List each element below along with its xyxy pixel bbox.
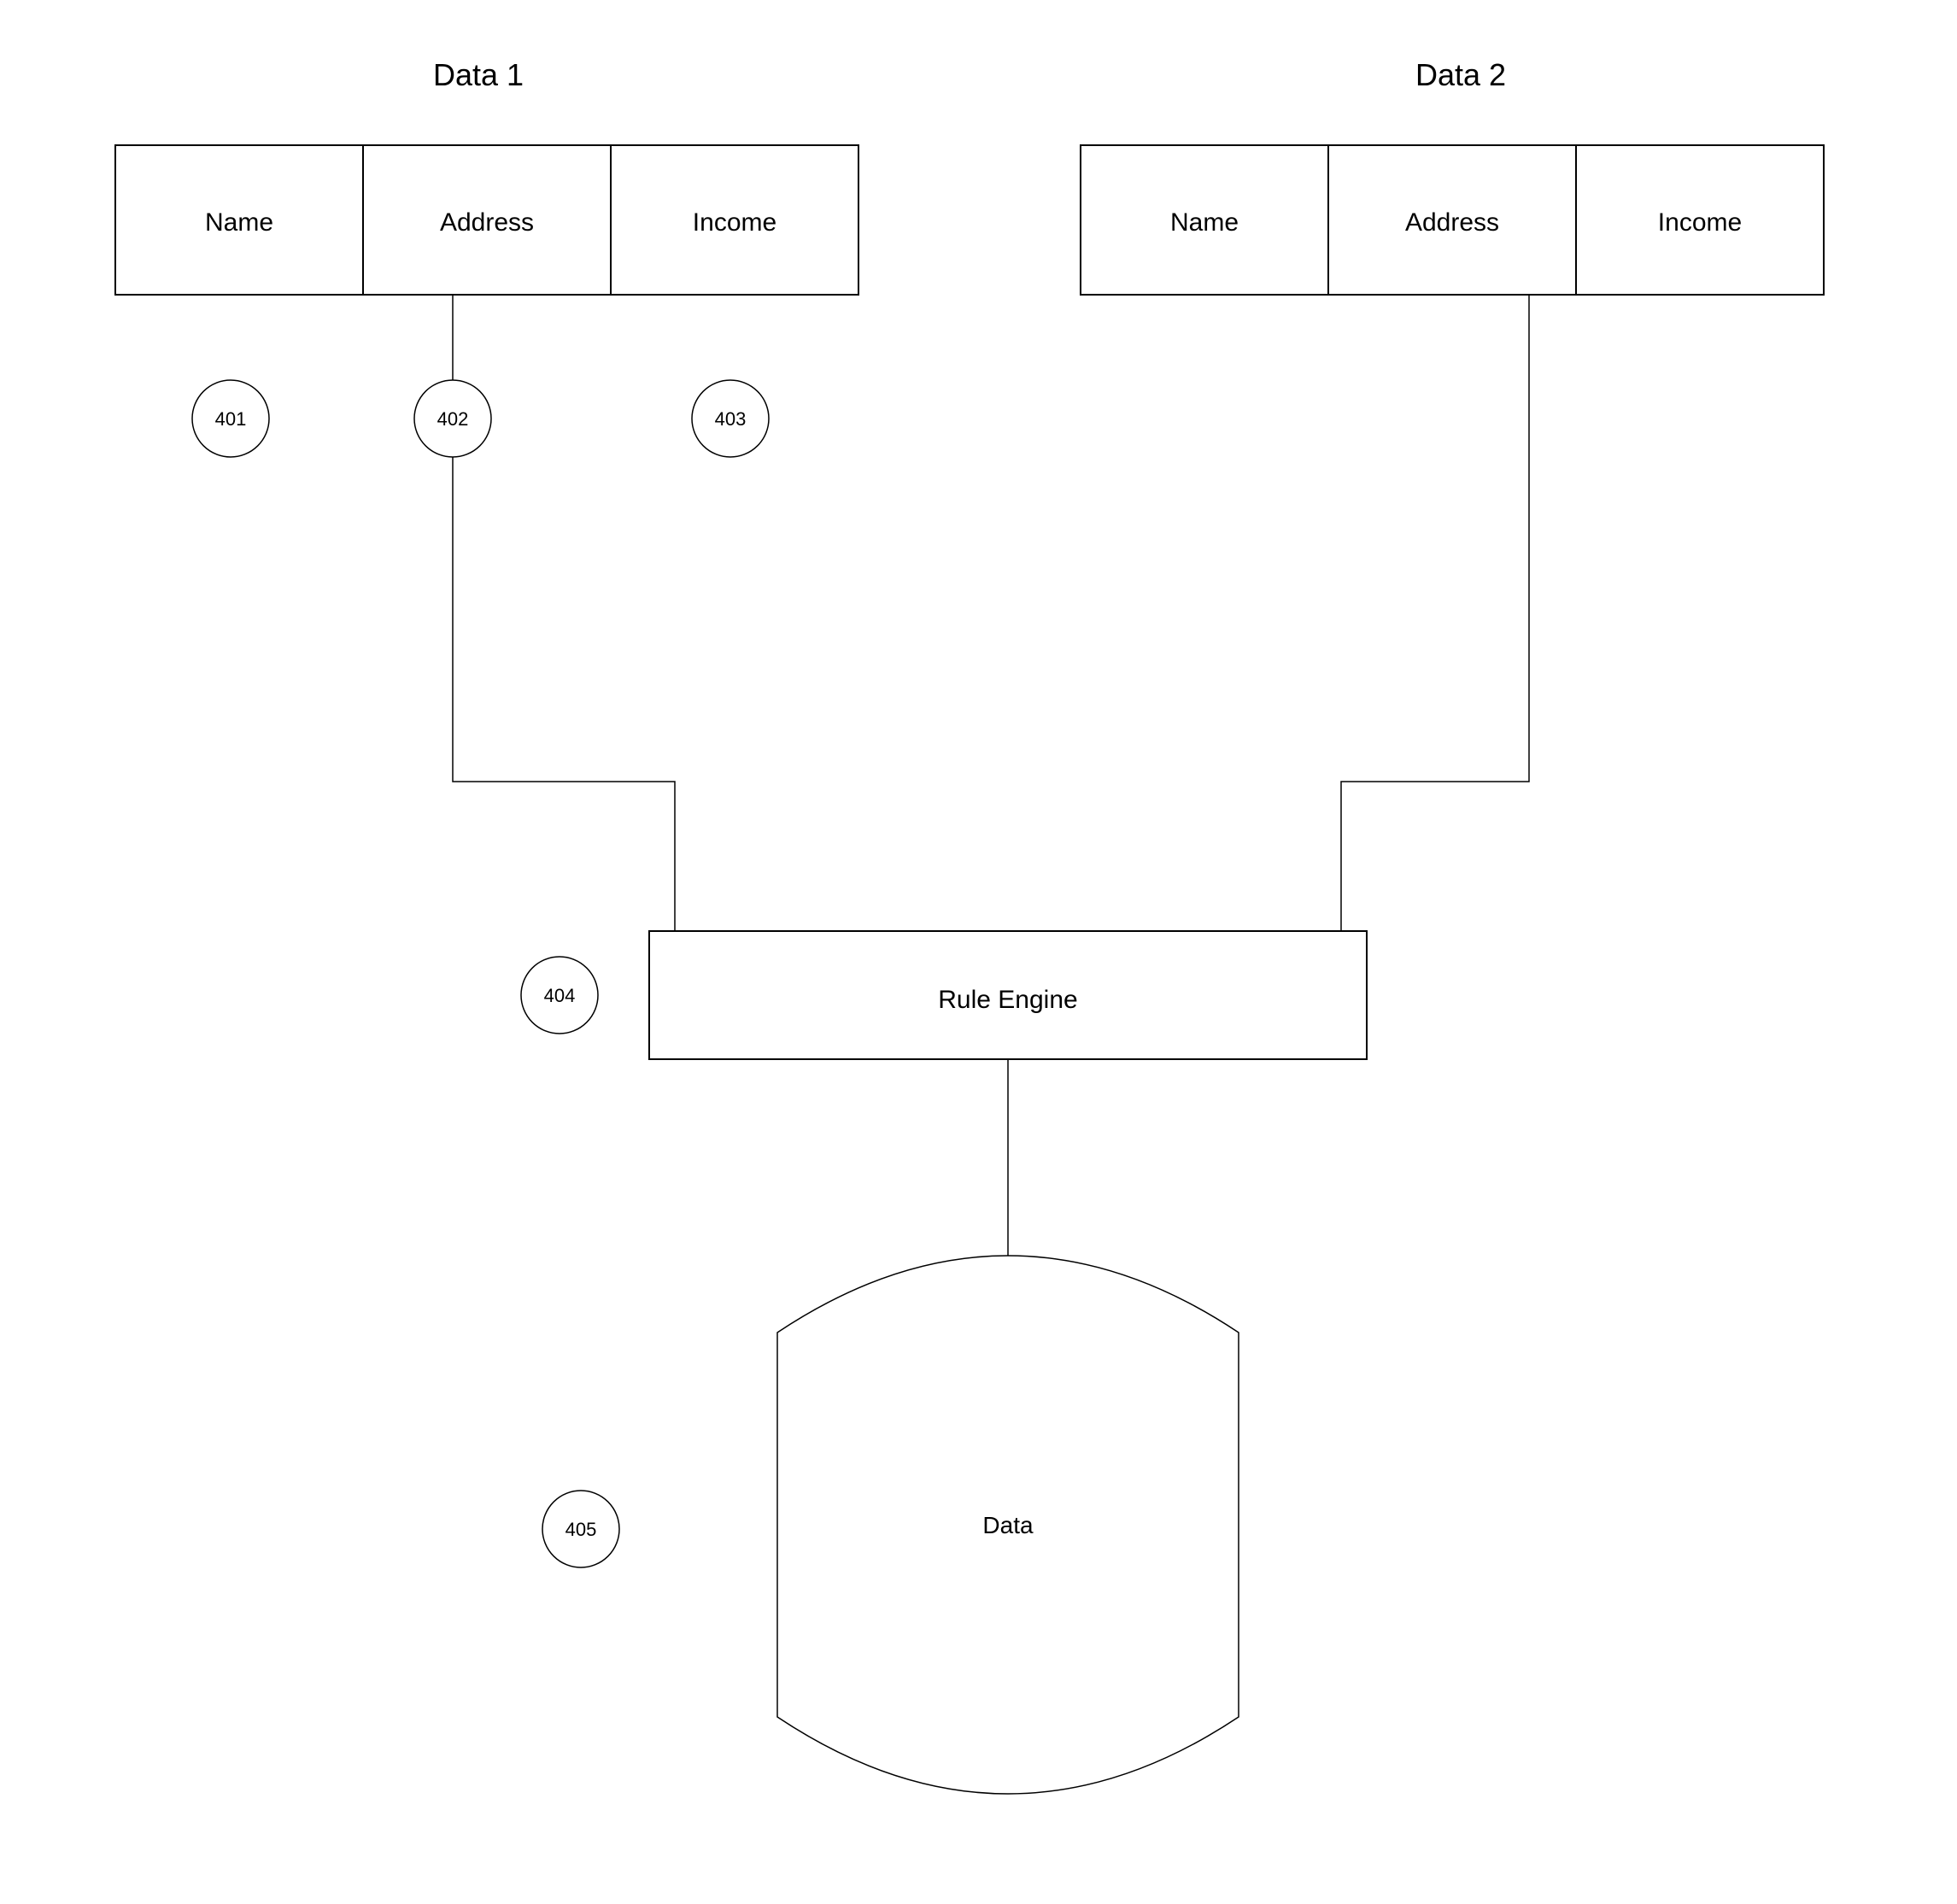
circle-404-label: 404 bbox=[544, 985, 576, 1006]
data1-table: Name Address Income bbox=[115, 145, 858, 295]
diagram-canvas: Data 1 Data 2 Name Address Income Name A… bbox=[0, 0, 1957, 1904]
title-data2: Data 2 bbox=[1415, 57, 1506, 92]
circle-403-label: 403 bbox=[715, 408, 747, 430]
circle-401: 401 bbox=[192, 380, 269, 457]
rule-engine-label: Rule Engine bbox=[938, 986, 1077, 1014]
connector-data2-to-engine bbox=[1341, 295, 1529, 931]
data2-table: Name Address Income bbox=[1081, 145, 1824, 295]
data2-cell-income-label: Income bbox=[1658, 208, 1742, 237]
data2-cell-address-label: Address bbox=[1405, 208, 1499, 237]
circle-405: 405 bbox=[542, 1491, 619, 1567]
data1-cell-address-label: Address bbox=[440, 208, 534, 237]
data1-cell-name-label: Name bbox=[205, 208, 273, 237]
circle-401-label: 401 bbox=[215, 408, 247, 430]
circle-402: 402 bbox=[414, 380, 491, 457]
title-data1: Data 1 bbox=[433, 57, 524, 92]
circle-403: 403 bbox=[692, 380, 769, 457]
connector-data1-to-engine-bottom bbox=[453, 457, 675, 931]
circle-404: 404 bbox=[521, 957, 598, 1034]
data-store-label: Data bbox=[982, 1512, 1034, 1538]
circle-402-label: 402 bbox=[437, 408, 469, 430]
data2-cell-name-label: Name bbox=[1170, 208, 1239, 237]
circle-405-label: 405 bbox=[565, 1519, 597, 1540]
data1-cell-income-label: Income bbox=[693, 208, 776, 237]
data-store: Data bbox=[777, 1256, 1239, 1794]
